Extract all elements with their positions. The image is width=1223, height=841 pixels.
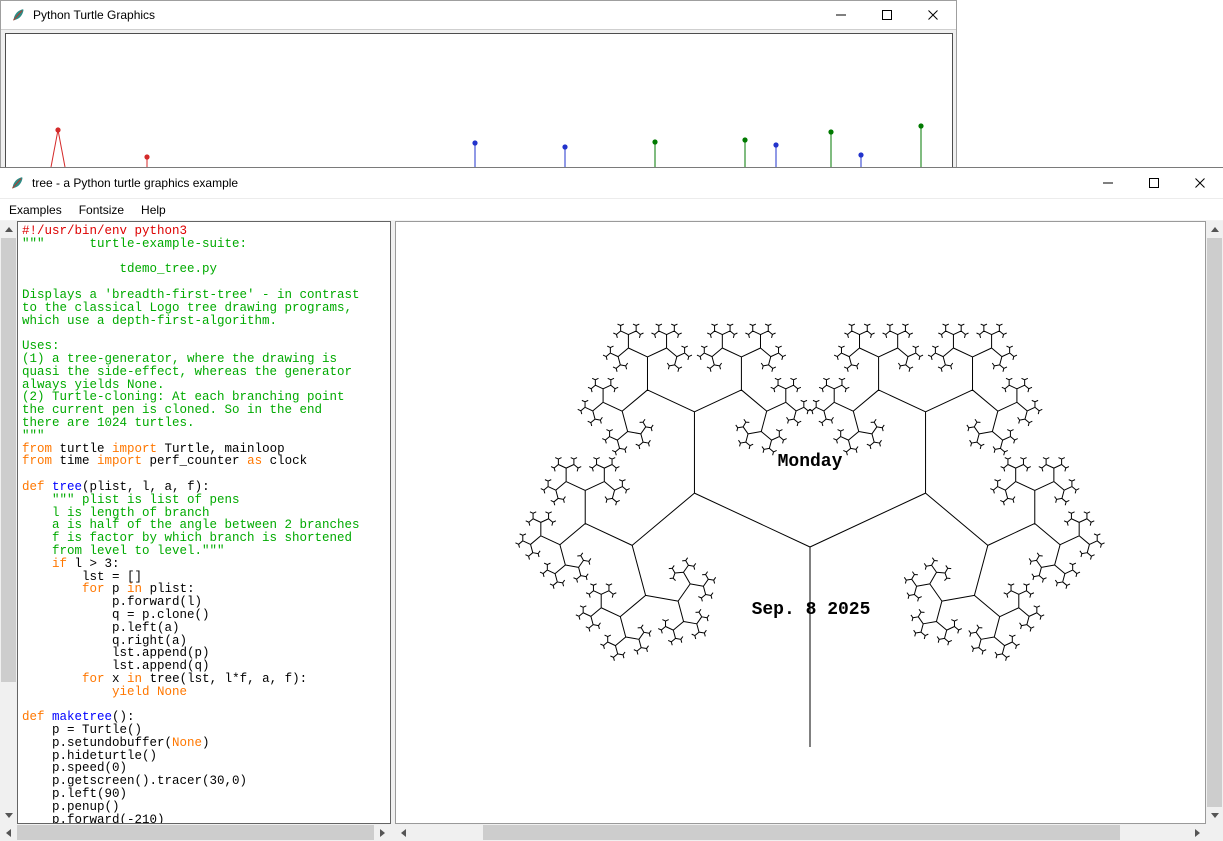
tree-window-title: tree - a Python turtle graphics example — [25, 176, 238, 190]
menu-help[interactable]: Help — [133, 201, 174, 219]
code-line — [22, 327, 390, 340]
code-line: from time import perf_counter as clock — [22, 455, 390, 468]
tree-titlebar[interactable]: tree - a Python turtle graphics example — [0, 168, 1223, 199]
canvas-scroll-right-button[interactable] — [1189, 824, 1206, 841]
up-arrow-icon — [1211, 227, 1219, 232]
code-horizontal-scrollbar[interactable] — [0, 824, 391, 841]
canvas-vertical-scrollbar[interactable] — [1206, 221, 1223, 824]
code-scroll-down-button[interactable] — [0, 807, 17, 824]
canvas-vscroll-thumb[interactable] — [1207, 238, 1222, 807]
up-arrow-icon — [5, 227, 13, 232]
bg-window-controls — [818, 1, 956, 29]
tree-close-button[interactable] — [1177, 168, 1223, 198]
code-editor[interactable]: #!/usr/bin/env python3""" turtle-example… — [17, 221, 391, 824]
turtle-figure — [858, 152, 863, 167]
turtle-figure — [742, 137, 747, 167]
turtle-figure — [472, 140, 477, 167]
turtle-figure — [51, 127, 65, 167]
right-arrow-icon — [380, 829, 385, 837]
code-vscroll-thumb[interactable] — [1, 238, 16, 682]
canvas-scroll-up-button[interactable] — [1206, 221, 1223, 238]
down-arrow-icon — [1211, 813, 1219, 818]
canvas-horizontal-scrollbar[interactable] — [395, 824, 1206, 841]
minimize-icon — [835, 9, 847, 21]
turtle-figure — [828, 129, 833, 167]
code-vertical-scrollbar[interactable] — [0, 221, 17, 824]
code-line: which use a depth-first-algorithm. — [22, 315, 390, 328]
tree-demo-window: tree - a Python turtle graphics example … — [0, 167, 1223, 839]
code-text: #!/usr/bin/env python3""" turtle-example… — [18, 222, 390, 824]
right-arrow-icon — [1195, 829, 1200, 837]
bg-window-title: Python Turtle Graphics — [26, 8, 155, 22]
tree-maximize-button[interactable] — [1131, 168, 1177, 198]
code-line: """ turtle-example-suite: — [22, 238, 390, 251]
turtle-canvas-pane: Monday Sep. 8 2025 — [395, 221, 1206, 824]
turtle-figure — [562, 144, 567, 167]
left-arrow-icon — [401, 829, 406, 837]
menu-fontsize[interactable]: Fontsize — [71, 201, 132, 219]
code-line: p.forward(-210) — [22, 814, 390, 824]
code-line: yield None — [22, 686, 390, 699]
canvas-label: Sep. 8 2025 — [752, 600, 871, 620]
tree-window-controls — [1085, 168, 1223, 198]
code-line: tdemo_tree.py — [22, 263, 390, 276]
code-scroll-left-button[interactable] — [0, 824, 17, 841]
close-icon — [1194, 177, 1206, 189]
tk-feather-icon — [9, 175, 25, 191]
canvas-scroll-down-button[interactable] — [1206, 807, 1223, 824]
menu-examples[interactable]: Examples — [1, 201, 70, 219]
bg-titlebar[interactable]: Python Turtle Graphics — [1, 1, 956, 30]
bg-minimize-button[interactable] — [818, 1, 864, 29]
canvas-hscroll-thumb[interactable] — [483, 825, 1120, 840]
canvas-label: Monday — [778, 452, 843, 472]
turtle-figure — [773, 142, 778, 167]
turtle-figure — [918, 123, 923, 167]
turtle-figure — [144, 154, 149, 167]
menubar: Examples Fontsize Help — [0, 199, 1223, 221]
bg-maximize-button[interactable] — [864, 1, 910, 29]
fractal-tree-path — [515, 324, 1104, 747]
tree-minimize-button[interactable] — [1085, 168, 1131, 198]
maximize-icon — [1148, 177, 1160, 189]
maximize-icon — [881, 9, 893, 21]
turtle-figure — [652, 139, 657, 167]
left-arrow-icon — [6, 829, 11, 837]
bg-close-button[interactable] — [910, 1, 956, 29]
canvas-scroll-left-button[interactable] — [395, 824, 412, 841]
content-area: #!/usr/bin/env python3""" turtle-example… — [0, 221, 1223, 841]
code-hscroll-thumb[interactable] — [17, 825, 374, 840]
code-scroll-up-button[interactable] — [0, 221, 17, 238]
minimize-icon — [1102, 177, 1114, 189]
code-line: there are 1024 turtles. — [22, 417, 390, 430]
close-icon — [927, 9, 939, 21]
down-arrow-icon — [5, 813, 13, 818]
tree-canvas: Monday Sep. 8 2025 — [396, 222, 1205, 823]
code-scroll-right-button[interactable] — [374, 824, 391, 841]
tk-feather-icon — [10, 7, 26, 23]
